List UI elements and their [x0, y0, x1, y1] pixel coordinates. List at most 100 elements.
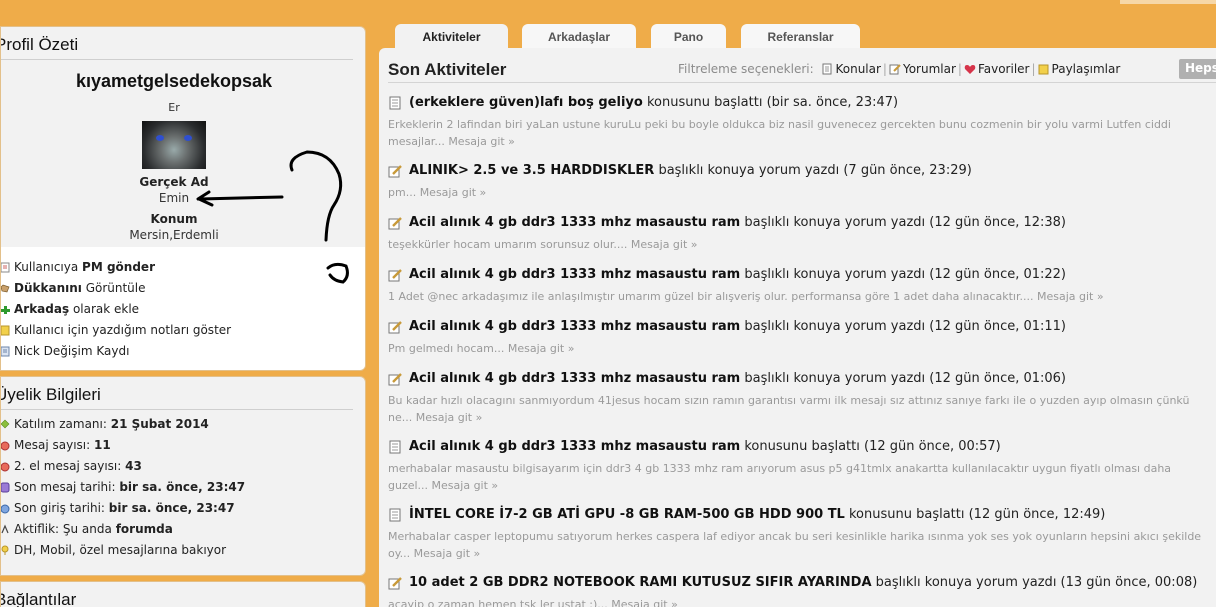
activity-item: ALINIK> 2.5 ve 3.5 HARDDISKLER başlıklı … [388, 163, 972, 199]
real-name-label: Gerçek Ad [139, 175, 209, 189]
join-date-icon [1, 419, 10, 429]
go-to-message-link[interactable]: Mesaja git » [508, 342, 575, 355]
profile-actions: Kullanıcıya PM gönder Dükkanını Görüntül… [1, 247, 365, 370]
location-label: Konum [150, 212, 198, 226]
last-message-icon [1, 482, 10, 493]
pm-icon [1, 262, 10, 273]
comment-icon [388, 373, 402, 386]
activity-title-link[interactable]: ALINIK> 2.5 ve 3.5 HARDDISKLER [409, 163, 654, 178]
activity-item: İNTEL CORE İ7-2 GB ATİ GPU -8 GB RAM-500… [388, 507, 1202, 560]
top-strip [0, 0, 1216, 14]
filter-threads[interactable]: Konular [821, 62, 881, 76]
location-value: Mersin,Erdemli [129, 228, 219, 242]
comment-icon [388, 217, 402, 230]
avatar-eye [156, 135, 164, 141]
activity-excerpt: acayip o zaman hemen tsk ler ustat :)... [388, 598, 608, 607]
activity-item: Acil alınık 4 gb ddr3 1333 mhz masaustu … [388, 319, 1067, 355]
membership-header: Üyelik Bilgileri [0, 377, 365, 410]
secondhand-count-icon [1, 462, 10, 472]
tab-activities[interactable]: Aktiviteler [395, 24, 508, 48]
filter-bar: Filtreleme seçenekleri: Konular | Yorumlar… [678, 62, 1121, 76]
stat-join-date: Katılım zamanı: 21 Şubat 2014 [1, 414, 365, 435]
thread-icon [389, 440, 401, 454]
activity-item: Acil alınık 4 gb ddr3 1333 mhz masaustu … [388, 215, 1067, 251]
profile-summary-panel: Profil Özeti kıyametgelsedekopsak Er Ger… [0, 26, 366, 371]
divider [1, 59, 353, 60]
stat-location: DH, Mobil, özel mesajlarına bakıyor [1, 540, 365, 561]
go-to-message-link[interactable]: Mesaja git » [420, 186, 487, 199]
show-notes-link[interactable]: Kullanıcı için yazdığım notları göster [1, 320, 365, 341]
activity-excerpt: 1 Adet @nec arkadaşımız ile anlaşılmıştı… [388, 290, 1034, 303]
thread-icon [389, 508, 401, 522]
add-friend-icon [1, 306, 10, 314]
membership-title: Üyelik Bilgileri [0, 385, 101, 404]
gender: Er [168, 101, 180, 114]
last-login-icon [1, 504, 10, 514]
stat-last-login: Son giriş tarihi: bir sa. önce, 23:47 [1, 498, 365, 519]
go-to-message-link[interactable]: Mesaja git » [1037, 290, 1104, 303]
go-to-message-link[interactable]: Mesaja git » [414, 547, 481, 560]
avatar[interactable] [142, 121, 206, 169]
real-name-value: Emin [158, 191, 190, 205]
stat-activity: Aktiflik: Şu anda forumda [1, 519, 365, 540]
tab-references[interactable]: Referanslar [741, 24, 860, 48]
tab-board[interactable]: Pano [651, 24, 726, 48]
connections-title: Bağlantılar [0, 590, 77, 607]
view-shop-link[interactable]: Dükkanını Görüntüle [1, 278, 365, 299]
tab-friends[interactable]: Arkadaşlar [522, 24, 636, 48]
shop-icon [1, 284, 10, 293]
activity-title-link[interactable]: Acil alınık 4 gb ddr3 1333 mhz masaustu … [409, 319, 740, 334]
filter-shares[interactable]: Paylaşımlar [1038, 62, 1120, 76]
heart-icon [964, 65, 976, 74]
activity-title-link[interactable]: Acil alınık 4 gb ddr3 1333 mhz masaustu … [409, 371, 740, 386]
activity-item: Acil alınık 4 gb ddr3 1333 mhz masaustu … [388, 371, 1190, 424]
activity-title-link[interactable]: Acil alınık 4 gb ddr3 1333 mhz masaustu … [409, 215, 740, 230]
stat-message-count: Mesaj sayısı: 11 [1, 435, 365, 456]
stat-last-message: Son mesaj tarihi: bir sa. önce, 23:47 [1, 477, 365, 498]
add-friend-link[interactable]: Arkadaş olarak ekle [1, 299, 365, 320]
go-to-message-link[interactable]: Mesaja git » [448, 135, 515, 148]
username: kıyametgelsedekopsak [75, 71, 273, 91]
filter-label: Filtreleme seçenekleri: [678, 62, 814, 76]
location-icon [1, 545, 9, 555]
notes-icon [1, 325, 10, 336]
activity-excerpt: merhabalar masaustu bilgisayarım için dd… [388, 462, 1172, 492]
activity-icon [1, 524, 9, 534]
activity-title-link[interactable]: (erkeklere güven)lafı boş geliyo [409, 95, 643, 110]
pencil-note-icon [889, 64, 901, 75]
go-to-message-link[interactable]: Mesaja git » [432, 479, 499, 492]
activity-title-link[interactable]: 10 adet 2 GB DDR2 NOTEBOOK RAMI KUTUSUZ … [409, 575, 872, 590]
activity-excerpt: Bu kadar hızlı olacagını sanmıyordum 41j… [388, 394, 1190, 424]
divider [388, 82, 1216, 83]
activities-title: Son Aktiviteler [388, 60, 507, 79]
membership-panel: Üyelik Bilgileri Katılım zamanı: 21 Şuba… [0, 376, 366, 576]
top-right-bar [1120, 0, 1216, 4]
comment-icon [388, 321, 402, 334]
membership-list: Katılım zamanı: 21 Şubat 2014 Mesaj sayı… [1, 410, 365, 561]
activity-title-link[interactable]: İNTEL CORE İ7-2 GB ATİ GPU -8 GB RAM-500… [409, 507, 845, 522]
left-column: Profil Özeti kıyametgelsedekopsak Er Ger… [0, 26, 366, 607]
go-to-message-link[interactable]: Mesaja git » [611, 598, 678, 607]
activity-excerpt: pm... [388, 186, 417, 199]
activity-excerpt: Pm gelmedı hocam... [388, 342, 505, 355]
filter-all-button[interactable]: Hepsi [1179, 59, 1216, 79]
comment-icon [388, 269, 402, 282]
go-to-message-link[interactable]: Mesaja git » [416, 411, 483, 424]
activity-item: Acil alınık 4 gb ddr3 1333 mhz masaustu … [388, 267, 1104, 303]
stat-secondhand-count: 2. el mesaj sayısı: 43 [1, 456, 365, 477]
message-count-icon [1, 441, 10, 451]
go-to-message-link[interactable]: Mesaja git » [631, 238, 698, 251]
profile-summary-header: Profil Özeti [1, 27, 365, 60]
activity-item: (erkeklere güven)lafı boş geliyo konusun… [388, 95, 1171, 148]
nick-history-link[interactable]: Nick Değişim Kaydı [1, 341, 365, 362]
avatar-eye [184, 135, 192, 141]
activity-title-link[interactable]: Acil alınık 4 gb ddr3 1333 mhz masaustu … [409, 439, 740, 454]
activity-excerpt: teşekkürler hocam umarım sorunsuz olur..… [388, 238, 628, 251]
activity-item: 10 adet 2 GB DDR2 NOTEBOOK RAMI KUTUSUZ … [388, 575, 1216, 607]
filter-comments[interactable]: Yorumlar [889, 62, 956, 76]
send-pm-link[interactable]: Kullanıcıya PM gönder [1, 257, 365, 278]
filter-favorites[interactable]: Favoriler [964, 62, 1029, 76]
share-icon [1038, 64, 1049, 75]
activity-title-link[interactable]: Acil alınık 4 gb ddr3 1333 mhz masaustu … [409, 267, 740, 282]
connections-header: Bağlantılar [0, 582, 365, 607]
